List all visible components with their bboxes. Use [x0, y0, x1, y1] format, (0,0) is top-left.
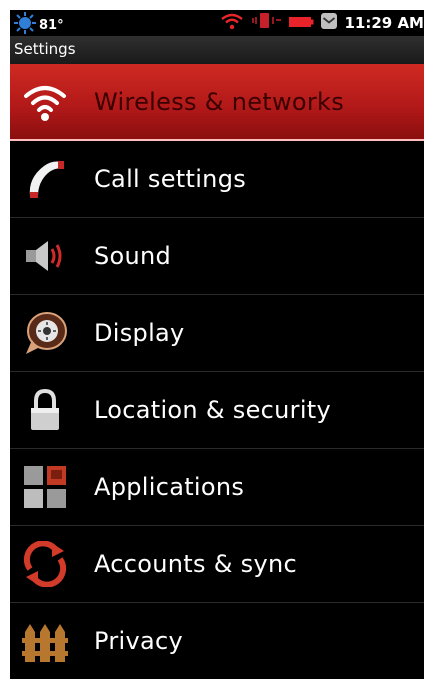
battery-icon: [288, 14, 314, 33]
settings-item-label: Display: [94, 319, 185, 347]
speaker-icon: [22, 233, 68, 279]
page-title: Settings: [14, 40, 76, 58]
settings-item-label: Privacy: [94, 627, 183, 655]
status-bar: 81° 11:29 AM: [10, 10, 424, 36]
status-left: 81°: [14, 12, 64, 38]
brightness-icon: [22, 310, 68, 356]
settings-item-label: Sound: [94, 242, 172, 270]
wifi-signal-icon: [220, 12, 244, 34]
settings-item-label: Location & security: [94, 396, 332, 424]
settings-item-call-settings[interactable]: Call settings: [10, 141, 424, 218]
settings-item-privacy[interactable]: Privacy: [10, 603, 424, 679]
status-right: 11:29 AM: [220, 12, 424, 34]
settings-item-label: Applications: [94, 473, 245, 501]
email-notification-icon: [320, 12, 338, 34]
title-bar: Settings: [10, 36, 424, 65]
settings-item-location-security[interactable]: Location & security: [10, 372, 424, 449]
settings-item-label: Wireless & networks: [94, 88, 345, 116]
settings-item-display[interactable]: Display: [10, 295, 424, 372]
settings-item-accounts-sync[interactable]: Accounts & sync: [10, 526, 424, 603]
phone-handset-icon: [22, 156, 68, 202]
sync-icon: [22, 540, 68, 588]
settings-item-label: Accounts & sync: [94, 550, 297, 578]
weather-icon: [14, 12, 36, 38]
padlock-icon: [22, 387, 68, 433]
settings-item-sound[interactable]: Sound: [10, 218, 424, 295]
settings-item-label: Call settings: [94, 165, 247, 193]
apps-grid-icon: [22, 464, 68, 510]
settings-list: Wireless & networks Call settings Sound …: [10, 64, 424, 679]
settings-item-wireless-networks[interactable]: Wireless & networks: [10, 64, 424, 141]
vibrate-icon: [250, 12, 282, 34]
wifi-icon: [22, 79, 68, 125]
clock-text: 11:29 AM: [344, 14, 424, 32]
settings-item-applications[interactable]: Applications: [10, 449, 424, 526]
temperature-text: 81°: [39, 17, 64, 33]
privacy-icon: [22, 618, 68, 664]
phone-screen: 81° 11:29 AM Settings Wireless & network…: [10, 10, 424, 679]
